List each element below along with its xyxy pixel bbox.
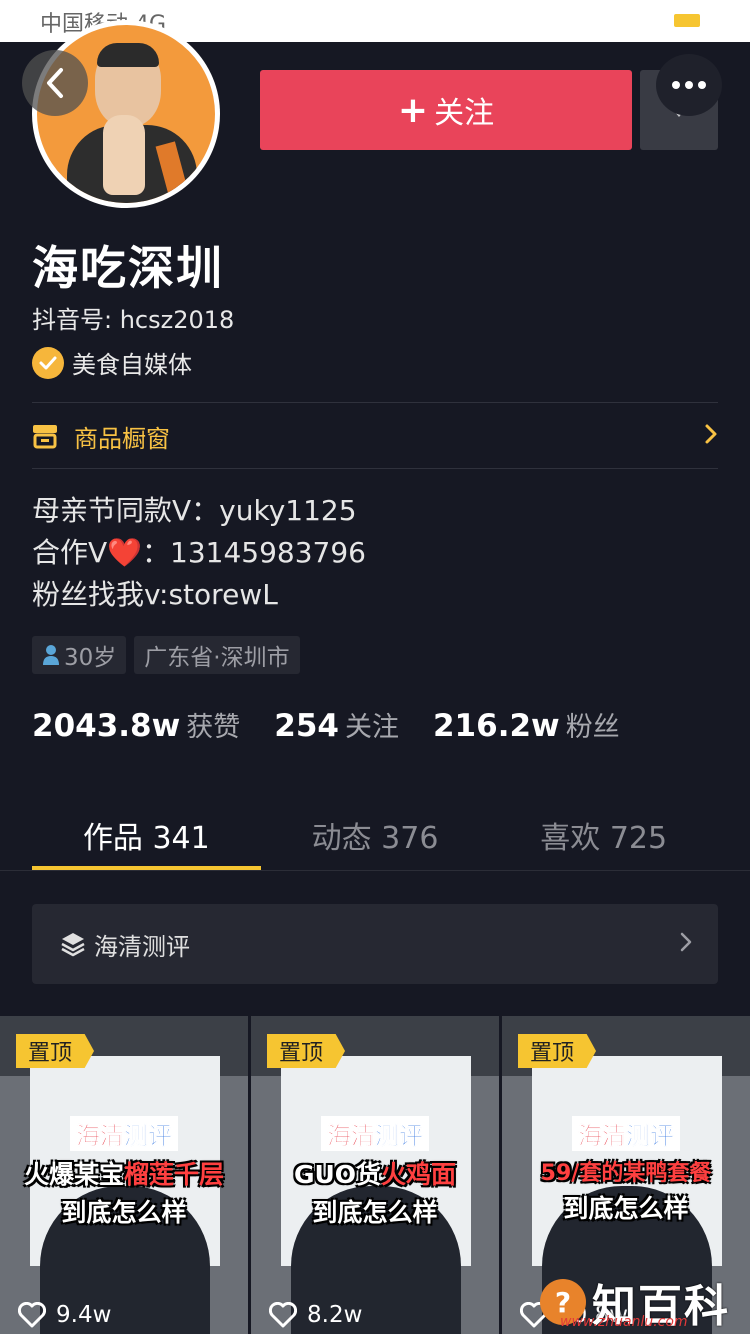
plus-icon: +: [397, 89, 429, 131]
chevron-left-icon: [47, 68, 63, 98]
heart-icon: [269, 1302, 297, 1328]
bio-line: 粉丝找我v:storewL: [32, 578, 278, 611]
follow-button[interactable]: + 关注: [260, 70, 632, 150]
profile-name: 海吃深圳: [32, 241, 224, 295]
following-stat[interactable]: 254 关注: [274, 705, 399, 744]
video-caption: 海清测评 GUO货火鸡面 到底怎么样: [251, 1116, 499, 1229]
location-tag: 广东省·深圳市: [134, 636, 300, 674]
more-dots-icon: [672, 81, 706, 89]
verification-badge: 美食自媒体: [32, 345, 192, 380]
likes-stat: 2043.8w 获赞: [32, 708, 241, 744]
followers-stat[interactable]: 216.2w 粉丝: [433, 705, 620, 744]
divider: [32, 468, 718, 469]
pinned-badge: 置顶: [267, 1034, 346, 1068]
shop-window-link[interactable]: 商品橱窗: [32, 417, 718, 455]
video-thumbnail[interactable]: 置顶 海清测评 GUO货火鸡面 到底怎么样 8.2w: [251, 1016, 499, 1334]
tab-works[interactable]: 作品 341: [32, 795, 261, 871]
video-thumbnail[interactable]: 置顶 海清测评 火爆某宝榴莲千层 到底怎么样 9.4w: [0, 1016, 248, 1334]
collection-link[interactable]: 海清测评: [32, 904, 718, 984]
bio-line: 母亲节同款V：yuky1125: [32, 494, 357, 527]
watermark-url: www.zhuanlu.com: [560, 1314, 688, 1330]
profile-stats: 2043.8w 获赞 254 关注 216.2w 粉丝: [32, 705, 654, 744]
video-caption: 海清测评 火爆某宝榴莲千层 到底怎么样: [0, 1116, 248, 1229]
divider: [0, 870, 750, 871]
bio-line: 合作V❤️：13145983796: [32, 536, 366, 569]
back-button[interactable]: [22, 50, 88, 116]
video-caption: 海清测评 59/套的某鸭套餐 到底怎么样: [502, 1116, 750, 1225]
age-tag: 30岁: [32, 636, 127, 674]
chevron-right-icon: [705, 424, 717, 444]
battery-icon: [674, 14, 700, 27]
collection-label: 海清测评: [94, 932, 190, 961]
chevron-right-icon: [680, 932, 692, 952]
tab-dynamics[interactable]: 动态 376: [261, 795, 490, 871]
douyin-id: 抖音号: hcsz2018: [32, 306, 235, 334]
profile-tags: 30岁 广东省·深圳市: [32, 636, 300, 674]
verified-check-icon: [32, 346, 64, 379]
heart-icon: [18, 1302, 46, 1328]
follow-label: 关注: [434, 96, 495, 131]
video-likes: 9.4w: [18, 1302, 111, 1328]
pinned-badge: 置顶: [518, 1034, 597, 1068]
layers-icon: [61, 933, 85, 957]
bio: 母亲节同款V：yuky1125 合作V❤️：13145983796 粉丝找我v:…: [32, 490, 366, 616]
divider: [32, 402, 718, 403]
person-icon: [43, 645, 59, 665]
content-tabs: 作品 341 动态 376 喜欢 725: [32, 795, 718, 871]
shop-window-label: 商品橱窗: [74, 424, 170, 453]
more-options-button[interactable]: [656, 54, 722, 116]
tab-likes[interactable]: 喜欢 725: [489, 795, 718, 871]
shop-icon: [33, 425, 57, 449]
verification-label: 美食自媒体: [72, 351, 192, 379]
pinned-badge: 置顶: [16, 1034, 95, 1068]
video-likes: 8.2w: [269, 1302, 362, 1328]
